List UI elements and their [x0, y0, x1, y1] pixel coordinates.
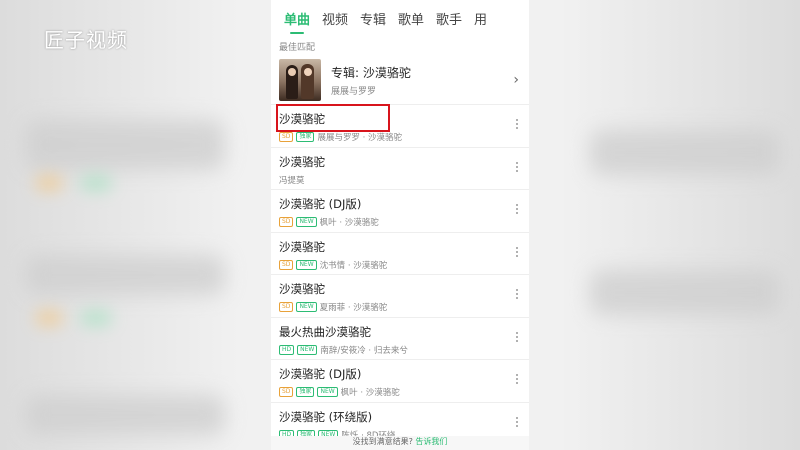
song-meta: SD 独家 NEW 枫叶 · 沙漠骆驼	[279, 386, 521, 398]
blurred-shape	[590, 270, 780, 315]
song-artist: 夏雨菲 · 沙漠骆驼	[319, 303, 388, 313]
feedback-footer: 没找到满意结果? 告诉我们	[271, 436, 529, 450]
exclusive-badge: 独家	[296, 132, 315, 142]
song-row[interactable]: 沙漠骆驼 SD NEW 夏雨菲 · 沙漠骆驼	[271, 275, 529, 318]
feedback-text: 没找到满意结果?	[352, 437, 413, 446]
song-row[interactable]: 沙漠骆驼 (DJ版) SD 独家 NEW 枫叶 · 沙漠骆驼	[271, 360, 529, 403]
song-meta: SD NEW 沈书情 · 沙漠骆驼	[279, 259, 521, 271]
song-row[interactable]: 沙漠骆驼 (DJ版) SD NEW 枫叶 · 沙漠骆驼	[271, 190, 529, 233]
album-title: 专辑: 沙漠骆驼	[331, 65, 411, 80]
watermark-logo: 匠子视频	[44, 28, 128, 52]
more-options-icon[interactable]	[515, 331, 519, 342]
music-search-results: 单曲 视频 专辑 歌单 歌手 用 最佳匹配 专辑: 沙漠骆驼 展展与罗罗 › 沙…	[271, 0, 529, 450]
song-meta: HD NEW 南辞/安筱冷 · 归去来兮	[279, 344, 521, 356]
new-badge: NEW	[317, 387, 338, 397]
highlight-box	[276, 104, 390, 132]
album-cover	[279, 59, 321, 101]
song-artist: 枫叶 · 沙漠骆驼	[319, 218, 379, 228]
new-badge: NEW	[296, 217, 317, 227]
song-row[interactable]: 沙漠骆驼 SD NEW 沈书情 · 沙漠骆驼	[271, 233, 529, 275]
tab-songs[interactable]: 单曲	[284, 9, 322, 34]
new-badge: NEW	[297, 344, 318, 355]
sd-badge: SD	[279, 302, 294, 312]
more-options-icon[interactable]	[515, 119, 519, 129]
best-match-album[interactable]: 专辑: 沙漠骆驼 展展与罗罗 ›	[271, 56, 529, 105]
tab-albums[interactable]: 专辑	[360, 9, 398, 34]
blurred-shape	[80, 310, 112, 326]
song-artist: 展展与罗罗 · 沙漠骆驼	[317, 133, 403, 143]
blurred-shape	[80, 175, 112, 191]
song-list: 沙漠骆驼 SD 独家 展展与罗罗 · 沙漠骆驼 沙漠骆驼 冯提莫 沙漠骆驼 (DJ版) SD N…	[271, 105, 529, 445]
exclusive-badge: 独家	[296, 387, 315, 397]
sd-badge: SD	[279, 387, 294, 397]
song-title: 沙漠骆驼 (环绕版)	[279, 409, 373, 424]
blurred-shape	[25, 120, 225, 170]
blurred-shape	[590, 130, 780, 175]
song-title: 沙漠骆驼	[279, 154, 325, 169]
feedback-link[interactable]: 告诉我们	[415, 437, 447, 446]
song-artist: 冯提莫	[279, 175, 305, 186]
tab-playlists[interactable]: 歌单	[398, 9, 436, 34]
hd-badge: HD	[279, 344, 295, 355]
song-title: 最火热曲沙漠骆驼	[279, 324, 371, 339]
chevron-right-icon: ›	[513, 72, 519, 88]
song-meta: SD 独家 展展与罗罗 · 沙漠骆驼	[279, 131, 521, 143]
sd-badge: SD	[279, 259, 294, 270]
search-tabs: 单曲 视频 专辑 歌单 歌手 用	[271, 0, 529, 34]
song-row[interactable]: 最火热曲沙漠骆驼 HD NEW 南辞/安筱冷 · 归去来兮	[271, 318, 529, 360]
song-title: 沙漠骆驼	[279, 282, 325, 296]
tab-videos[interactable]: 视频	[322, 9, 360, 34]
blurred-shape	[25, 255, 225, 295]
more-options-icon[interactable]	[515, 161, 519, 172]
song-meta: SD NEW 枫叶 · 沙漠骆驼	[279, 216, 521, 228]
tab-users[interactable]: 用	[474, 9, 512, 34]
song-title: 沙漠骆驼	[279, 239, 325, 254]
new-badge: NEW	[296, 302, 317, 312]
song-meta: 冯提莫	[279, 174, 521, 186]
song-meta: SD NEW 夏雨菲 · 沙漠骆驼	[279, 301, 521, 313]
more-options-icon[interactable]	[515, 204, 519, 214]
tab-artists[interactable]: 歌手	[436, 9, 474, 34]
best-match-label: 最佳匹配	[279, 43, 316, 53]
album-artist: 展展与罗罗	[331, 86, 377, 97]
sd-badge: SD	[279, 217, 294, 227]
sd-badge: SD	[279, 132, 294, 142]
song-artist: 南辞/安筱冷 · 归去来兮	[320, 345, 408, 356]
song-title: 沙漠骆驼 (DJ版)	[279, 367, 362, 381]
more-options-icon[interactable]	[515, 374, 519, 384]
more-options-icon[interactable]	[515, 416, 519, 427]
song-row[interactable]: 沙漠骆驼 冯提莫	[271, 148, 529, 190]
song-title: 沙漠骆驼 (DJ版)	[279, 197, 362, 211]
new-badge: NEW	[296, 259, 317, 270]
song-artist: 枫叶 · 沙漠骆驼	[340, 388, 400, 398]
song-artist: 沈书情 · 沙漠骆驼	[319, 260, 388, 271]
more-options-icon[interactable]	[515, 289, 519, 299]
blurred-shape	[35, 310, 63, 326]
blurred-shape	[25, 395, 225, 435]
more-options-icon[interactable]	[515, 246, 519, 257]
blurred-shape	[35, 175, 63, 191]
